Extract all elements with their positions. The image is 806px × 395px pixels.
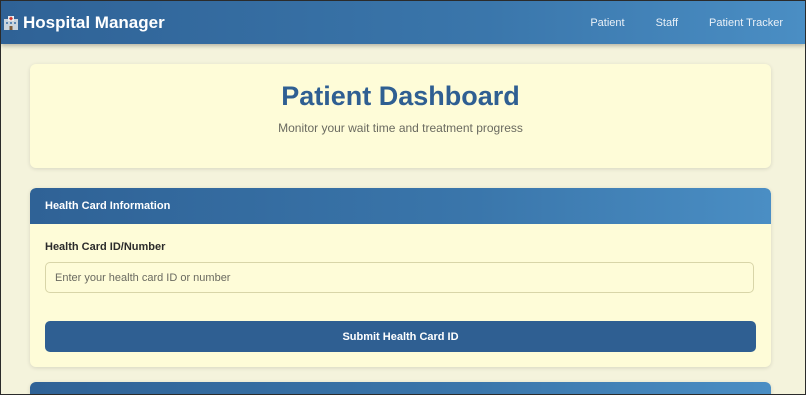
nav-link-patient[interactable]: Patient xyxy=(590,17,624,29)
brand-title: Hospital Manager xyxy=(23,12,165,32)
health-card-header: Health Card Information xyxy=(30,188,771,224)
brand[interactable]: Hospital Manager xyxy=(1,13,165,33)
nav-link-staff[interactable]: Staff xyxy=(656,17,678,29)
nav-link-patient-tracker[interactable]: Patient Tracker xyxy=(709,17,783,29)
dashboard-hero-card: Patient Dashboard Monitor your wait time… xyxy=(30,64,771,168)
health-card-label: Health Card ID/Number xyxy=(45,241,166,253)
navbar: Hospital Manager Patient Staff Patient T… xyxy=(1,1,805,44)
page-subtitle: Monitor your wait time and treatment pro… xyxy=(278,121,523,135)
health-card-form: Health Card Information Health Card ID/N… xyxy=(30,188,771,367)
hospital-icon xyxy=(3,15,19,31)
health-card-input[interactable] xyxy=(45,262,754,293)
submit-health-card-button[interactable]: Submit Health Card ID xyxy=(45,321,756,352)
app-window: Hospital Manager Patient Staff Patient T… xyxy=(0,0,806,395)
next-section-header xyxy=(30,382,771,394)
nav-links: Patient Staff Patient Tracker xyxy=(559,17,805,29)
page-title: Patient Dashboard xyxy=(281,81,520,111)
